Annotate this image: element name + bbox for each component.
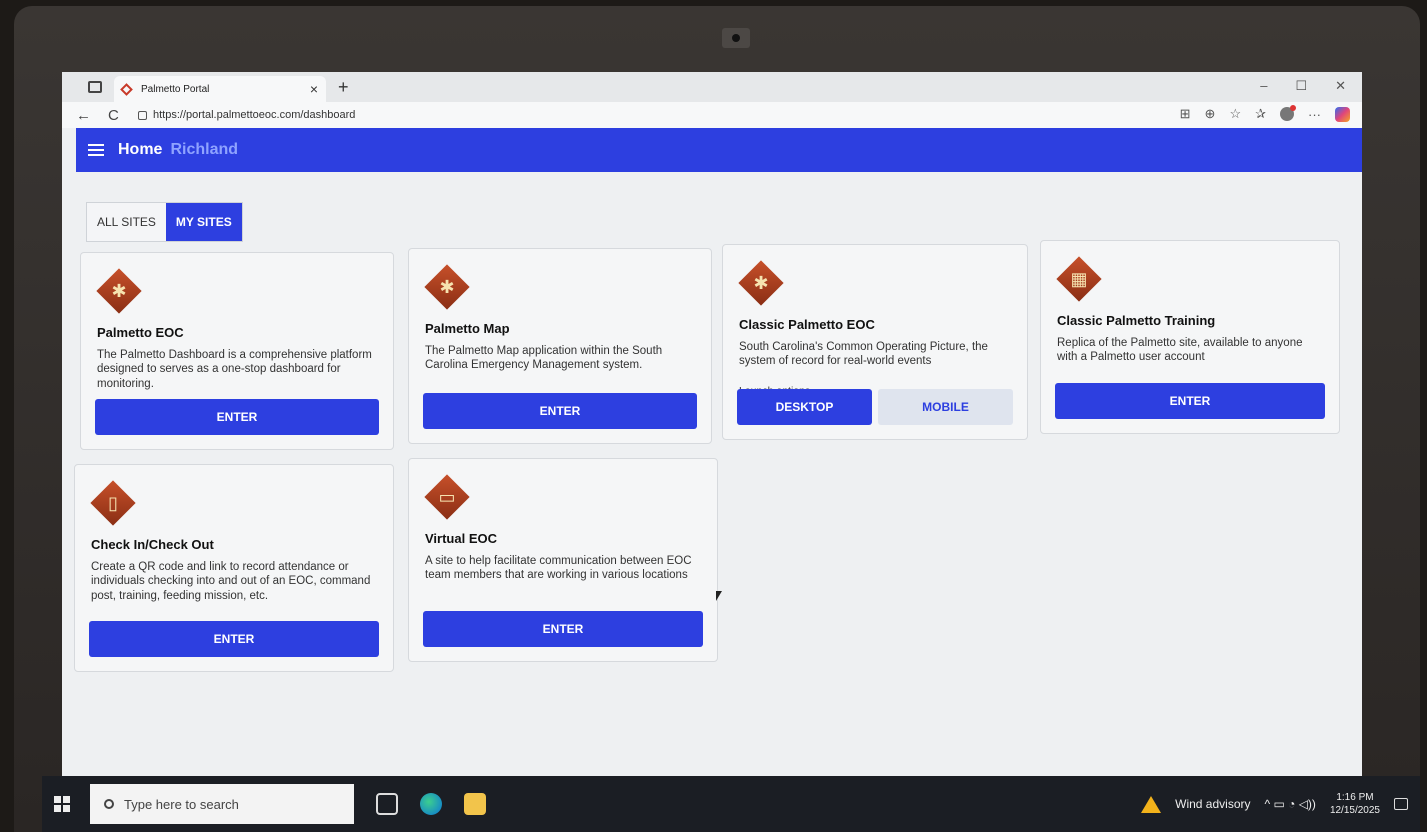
palm-tree-icon: ✱: [738, 260, 784, 306]
weather-text[interactable]: Wind advisory: [1175, 797, 1250, 811]
tray-icons[interactable]: ^ ▭ ◔ ◁)): [1264, 797, 1315, 811]
card-description: A site to help facilitate communication …: [425, 555, 692, 582]
clock[interactable]: 1:16 PM 12/15/2025: [1330, 791, 1380, 817]
enter-button[interactable]: ENTER: [423, 611, 703, 647]
browser-tab[interactable]: Palmetto Portal ×: [114, 76, 326, 102]
enter-button[interactable]: ENTER: [423, 393, 697, 429]
minimize-button[interactable]: –: [1260, 78, 1267, 94]
mouse-cursor-icon: [716, 591, 722, 601]
weather-warning-icon[interactable]: [1141, 795, 1162, 813]
clock-time: 1:16 PM: [1336, 792, 1374, 803]
enter-button[interactable]: ENTER: [89, 621, 379, 657]
copilot-icon[interactable]: [1335, 106, 1350, 122]
door-icon: ▯: [90, 480, 136, 526]
site-info-icon[interactable]: [138, 110, 147, 120]
windows-start-icon[interactable]: [54, 796, 70, 812]
search-placeholder: Type here to search: [124, 796, 239, 812]
extensions-icon[interactable]: ⊕: [1205, 106, 1216, 122]
palm-tree-icon: ✱: [424, 264, 470, 310]
card-description: South Carolina's Common Operating Pictur…: [739, 341, 988, 368]
address-bar: ← C https://portal.palmettoeoc.com/dashb…: [62, 102, 1362, 128]
tab-all-sites[interactable]: ALL SITES: [87, 203, 166, 241]
card-title: Virtual EOC: [425, 531, 498, 546]
new-tab-button[interactable]: +: [338, 77, 349, 98]
site-card-check-in-check-out: ▯ Check In/Check Out Create a QR code an…: [74, 464, 394, 672]
card-description: Replica of the Palmetto site, available …: [1057, 337, 1303, 364]
menu-icon[interactable]: [88, 141, 104, 159]
file-explorer-icon[interactable]: [464, 793, 486, 815]
site-card-classic-palmetto-eoc: ✱ Classic Palmetto EOC South Carolina's …: [722, 244, 1028, 440]
tab-title: Palmetto Portal: [141, 83, 210, 95]
taskbar-search-input[interactable]: Type here to search: [90, 784, 354, 824]
palm-tree-icon: ✱: [96, 268, 142, 314]
split-screen-icon[interactable]: ⊞: [1180, 106, 1191, 122]
site-card-palmetto-map: ✱ Palmetto Map The Palmetto Map applicat…: [408, 248, 712, 444]
app-header: Home Richland: [76, 128, 1362, 172]
tab-close-icon[interactable]: ×: [310, 81, 318, 97]
url-field[interactable]: https://portal.palmettoeoc.com/dashboard: [138, 109, 355, 121]
desktop-button[interactable]: DESKTOP: [737, 389, 872, 425]
card-title: Classic Palmetto Training: [1057, 313, 1216, 328]
card-title: Palmetto Map: [425, 321, 510, 336]
current-site-label: Richland: [170, 141, 239, 158]
card-description: The Palmetto Map application within the …: [425, 345, 663, 372]
card-description: Create a QR code and link to record atte…: [91, 561, 371, 602]
launch-options: DESKTOP MOBILE: [737, 389, 1013, 425]
more-menu-icon[interactable]: ···: [1308, 107, 1321, 122]
task-view-icon[interactable]: [376, 793, 398, 815]
training-board-icon: ▦: [1056, 256, 1102, 302]
tab-actions-icon[interactable]: [88, 81, 102, 93]
close-window-button[interactable]: ✕: [1335, 78, 1346, 94]
enter-button[interactable]: ENTER: [1055, 383, 1325, 419]
card-description: The Palmetto Dashboard is a comprehensiv…: [97, 349, 372, 390]
maximize-button[interactable]: ☐: [1295, 78, 1307, 94]
webcam: [722, 28, 750, 48]
browser-tab-bar: Palmetto Portal × + – ☐ ✕: [62, 72, 1362, 102]
url-text: https://portal.palmettoeoc.com/dashboard: [153, 109, 356, 121]
browser-toolbar-icons: ⊞ ⊕ ☆ ✰ ···: [1180, 105, 1350, 122]
notification-icon[interactable]: [1394, 798, 1408, 810]
refresh-button[interactable]: C: [108, 107, 126, 124]
palmetto-favicon-icon: [120, 82, 133, 96]
search-icon: [104, 799, 114, 809]
card-title: Classic Palmetto EOC: [739, 317, 875, 332]
window-controls: – ☐ ✕: [1260, 78, 1346, 94]
site-card-palmetto-eoc: ✱ Palmetto EOC The Palmetto Dashboard is…: [80, 252, 394, 450]
edge-browser-icon[interactable]: [420, 793, 442, 815]
site-card-virtual-eoc: ▭ Virtual EOC A site to help facilitate …: [408, 458, 718, 662]
site-card-classic-palmetto-training: ▦ Classic Palmetto Training Replica of t…: [1040, 240, 1340, 434]
site-filter-tabs: ALL SITES MY SITES: [86, 202, 243, 242]
card-title: Palmetto EOC: [97, 325, 184, 340]
card-title: Check In/Check Out: [91, 537, 214, 552]
home-link[interactable]: Home: [118, 141, 162, 159]
enter-button[interactable]: ENTER: [95, 399, 379, 435]
windows-taskbar: Type here to search Wind advisory ^ ▭ ◔ …: [42, 776, 1420, 832]
favorite-star-icon[interactable]: ☆: [1229, 106, 1241, 122]
tab-my-sites[interactable]: MY SITES: [165, 203, 242, 241]
favorites-icon[interactable]: ✰: [1255, 106, 1266, 122]
profile-avatar-icon[interactable]: [1280, 105, 1296, 121]
system-tray: Wind advisory ^ ▭ ◔ ◁)) 1:16 PM 12/15/20…: [1141, 776, 1408, 832]
clock-date: 12/15/2025: [1329, 805, 1380, 816]
back-button[interactable]: ←: [76, 107, 94, 124]
monitor-icon: ▭: [424, 474, 470, 520]
mobile-button[interactable]: MOBILE: [878, 389, 1013, 425]
screen: Palmetto Portal × + – ☐ ✕ ← C https://po…: [62, 72, 1362, 832]
